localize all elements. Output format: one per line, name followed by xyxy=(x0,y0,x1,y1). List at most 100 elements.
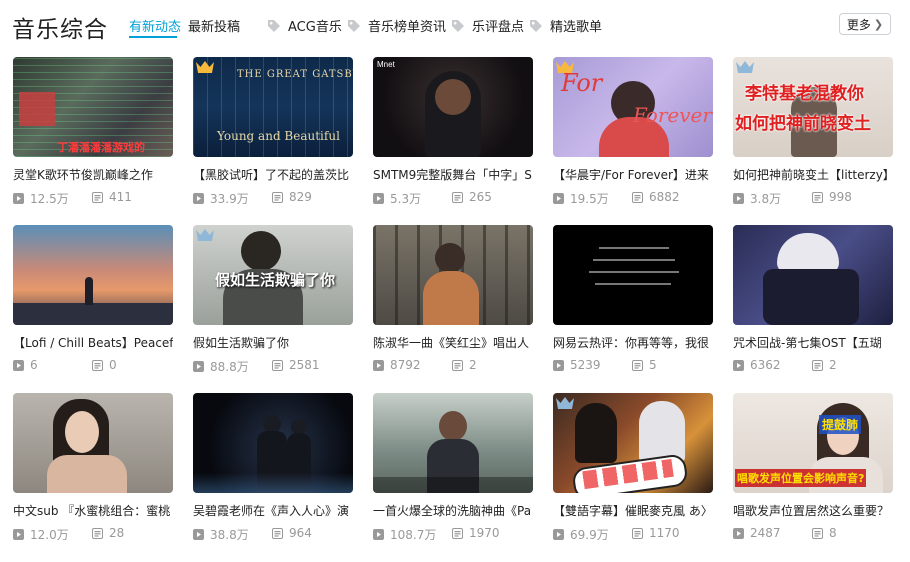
play-icon xyxy=(553,193,564,204)
tag-acg-music[interactable]: ACG音乐 xyxy=(267,16,342,35)
play-count: 33.9万 xyxy=(193,190,249,207)
video-card[interactable]: 【雙語字幕】催眠麥克風 あ〉 69.9万 1170 xyxy=(553,393,713,553)
video-thumbnail[interactable]: 李特基老混教你 如何把神前晓变土 xyxy=(733,57,893,157)
danmaku-count: 998 xyxy=(812,190,852,204)
play-count-value: 6 xyxy=(30,358,38,372)
video-thumbnail[interactable] xyxy=(553,393,713,493)
video-thumbnail[interactable]: For Forever xyxy=(553,57,713,157)
video-card[interactable]: 陈淑华一曲《笑红尘》唱出人 8792 2 xyxy=(373,225,533,385)
video-card[interactable]: 【Lofi / Chill Beats】Peaceful 6 0 xyxy=(13,225,173,385)
video-card[interactable]: 一首火爆全球的洗脑神曲《Pa 108.7万 1970 xyxy=(373,393,533,553)
tag-music-charts[interactable]: 音乐榜单资讯 xyxy=(347,16,446,35)
thumbnail-caption-2: 如何把神前晓变土 xyxy=(735,114,871,134)
play-count-value: 69.9万 xyxy=(570,528,609,542)
video-card[interactable]: 网易云热评：你再等等，我很 5239 5 xyxy=(553,225,713,385)
video-thumbnail[interactable] xyxy=(373,393,533,493)
danmaku-count-value: 998 xyxy=(829,190,852,204)
danmaku-count-value: 2 xyxy=(829,358,837,372)
video-title[interactable]: 【黑胶试听】了不起的盖茨比 xyxy=(193,168,353,182)
tag-music-reviews[interactable]: 乐评盘点 xyxy=(451,16,524,35)
more-button[interactable]: 更多 ❯ xyxy=(839,13,891,35)
danmaku-icon xyxy=(92,359,103,371)
video-card[interactable]: THE GREAT GATSBY Young and Beautiful 【黑胶… xyxy=(193,57,353,217)
video-thumbnail[interactable]: 唱歌发声位置会影响声音? 提鼓肺 xyxy=(733,393,893,493)
play-count-value: 8792 xyxy=(390,358,421,372)
danmaku-icon xyxy=(452,527,463,539)
video-stats: 5.3万 265 xyxy=(373,190,533,207)
video-stats: 88.8万 2581 xyxy=(193,358,353,374)
video-thumbnail[interactable] xyxy=(373,225,533,325)
video-title[interactable]: 中文sub 『水蜜桃组合：蜜桃 xyxy=(13,504,173,518)
video-card[interactable]: 丁潘潘潘潘游戏的 灵堂K歌环节俊凯巅峰之作 12.5万 411 xyxy=(13,57,173,217)
video-stats: 108.7万 1970 xyxy=(373,526,533,542)
video-thumbnail[interactable]: 丁潘潘潘潘游戏的 xyxy=(13,57,173,157)
play-count: 8792 xyxy=(373,358,421,372)
video-thumbnail[interactable]: Mnet xyxy=(373,57,533,157)
danmaku-count-value: 0 xyxy=(109,358,117,372)
play-count-value: 19.5万 xyxy=(570,192,609,206)
chevron-right-icon: ❯ xyxy=(873,17,884,31)
video-card[interactable]: 李特基老混教你 如何把神前晓变土 如何把神前晓变土【litterzy】 3.8万… xyxy=(733,57,893,217)
danmaku-count: 6882 xyxy=(632,190,680,204)
video-title[interactable]: SMTM9完整版舞台「中字」S xyxy=(373,168,533,182)
video-title[interactable]: 咒术回战-第七集OST【五瑚 xyxy=(733,336,893,350)
tab-latest-uploads[interactable]: 最新投稿 xyxy=(188,16,240,35)
video-card[interactable]: Mnet SMTM9完整版舞台「中字」S 5.3万 265 xyxy=(373,57,533,217)
video-thumbnail[interactable] xyxy=(553,225,713,325)
video-title[interactable]: 唱歌发声位置居然这么重要？ xyxy=(733,504,893,518)
danmaku-icon xyxy=(92,527,103,539)
video-card[interactable]: 吴碧霞老师在《声入人心》演 38.8万 964 xyxy=(193,393,353,553)
thumbnail-caption-2: 提鼓肺 xyxy=(819,415,862,434)
video-title[interactable]: 假如生活欺骗了你 xyxy=(193,336,353,350)
video-card[interactable]: 中文sub 『水蜜桃组合：蜜桃 12.0万 28 xyxy=(13,393,173,553)
tag-icon xyxy=(348,19,360,32)
more-label: 更多 xyxy=(846,17,871,32)
danmaku-count-value: 1170 xyxy=(649,526,680,540)
danmaku-icon xyxy=(452,359,463,371)
tab-active-indicator xyxy=(129,36,177,38)
video-title[interactable]: 吴碧霞老师在《声入人心》演 xyxy=(193,504,353,518)
video-title[interactable]: 【Lofi / Chill Beats】Peaceful xyxy=(13,336,173,350)
video-thumbnail[interactable]: 假如生活欺骗了你 xyxy=(193,225,353,325)
danmaku-count: 411 xyxy=(92,190,132,204)
danmaku-count-value: 5 xyxy=(649,358,657,372)
video-card[interactable]: For Forever 【华晨宇/For Forever】进来 19.5万 68… xyxy=(553,57,713,217)
video-card[interactable]: 唱歌发声位置会影响声音? 提鼓肺 唱歌发声位置居然这么重要？ 2487 8 xyxy=(733,393,893,553)
tag-icon xyxy=(268,19,280,32)
video-title[interactable]: 灵堂K歌环节俊凯巅峰之作 xyxy=(13,168,173,182)
video-title[interactable]: 陈淑华一曲《笑红尘》唱出人 xyxy=(373,336,533,350)
video-card[interactable]: 假如生活欺骗了你 假如生活欺骗了你 88.8万 2581 xyxy=(193,225,353,385)
video-thumbnail[interactable]: THE GREAT GATSBY Young and Beautiful xyxy=(193,57,353,157)
video-title[interactable]: 【雙語字幕】催眠麥克風 あ〉 xyxy=(553,504,713,518)
section-header: 音乐综合 有新动态 最新投稿 ACG音乐 音乐榜单资讯 乐评盘点 精选歌单 更多… xyxy=(0,0,910,52)
video-card[interactable]: 咒术回战-第七集OST【五瑚 6362 2 xyxy=(733,225,893,385)
video-title[interactable]: 如何把神前晓变土【litterzy】 xyxy=(733,168,893,182)
video-thumbnail[interactable] xyxy=(13,225,173,325)
play-icon xyxy=(193,193,204,204)
tag-label: 音乐榜单资讯 xyxy=(368,20,447,35)
video-thumbnail[interactable] xyxy=(13,393,173,493)
video-stats: 12.0万 28 xyxy=(13,526,173,542)
tag-selected-playlists[interactable]: 精选歌单 xyxy=(529,16,602,35)
video-stats: 12.5万 411 xyxy=(13,190,173,206)
video-stats: 38.8万 964 xyxy=(193,526,353,542)
crown-gold-icon xyxy=(555,59,575,75)
danmaku-count-value: 6882 xyxy=(649,190,680,204)
video-thumbnail[interactable] xyxy=(733,225,893,325)
video-stats: 69.9万 1170 xyxy=(553,526,713,542)
play-count: 5.3万 xyxy=(373,190,421,207)
video-stats: 3.8万 998 xyxy=(733,190,893,206)
tab-new-activity[interactable]: 有新动态 xyxy=(129,16,181,35)
video-stats: 19.5万 6882 xyxy=(553,190,713,206)
video-thumbnail[interactable] xyxy=(193,393,353,493)
video-title[interactable]: 【华晨宇/For Forever】进来 xyxy=(553,168,713,182)
play-count: 5239 xyxy=(553,358,601,372)
tag-icon xyxy=(530,19,542,32)
danmaku-icon xyxy=(272,359,283,371)
video-stats: 33.9万 829 xyxy=(193,190,353,207)
video-title[interactable]: 一首火爆全球的洗脑神曲《Pa xyxy=(373,504,533,518)
video-stats: 5239 5 xyxy=(553,358,713,372)
play-count-value: 6362 xyxy=(750,358,781,372)
video-title[interactable]: 网易云热评：你再等等，我很 xyxy=(553,336,713,350)
danmaku-count: 28 xyxy=(92,526,124,540)
